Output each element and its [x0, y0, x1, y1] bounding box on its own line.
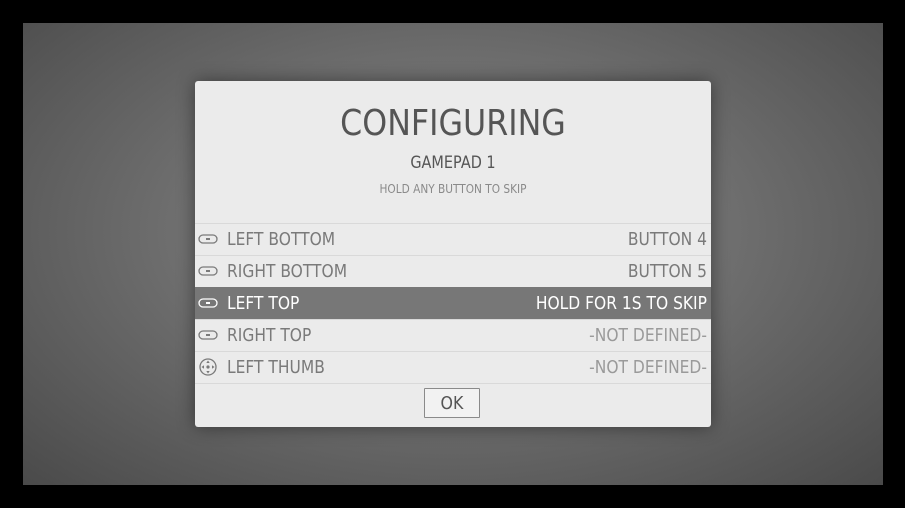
device-name: GAMEPAD 1: [410, 153, 496, 173]
ok-button-label: OK: [440, 393, 464, 414]
mapping-row-right-top[interactable]: RIGHT TOP -NOT DEFINED-: [195, 319, 711, 351]
mapping-value: -NOT DEFINED-: [589, 357, 707, 378]
mapping-label: LEFT BOTTOM: [227, 229, 336, 250]
mapping-label: LEFT THUMB: [227, 357, 325, 378]
list-divider: [195, 383, 711, 384]
dialog-title: CONFIGURING: [340, 103, 566, 144]
ok-button[interactable]: OK: [424, 388, 480, 418]
right-bumper-icon: [198, 263, 218, 279]
mapping-row-left-bottom[interactable]: LEFT BOTTOM BUTTON 4: [195, 223, 711, 255]
mapping-value: -NOT DEFINED-: [589, 325, 707, 346]
left-thumbstick-icon: [198, 358, 218, 376]
mapping-row-left-thumb[interactable]: LEFT THUMB -NOT DEFINED-: [195, 351, 711, 383]
mapping-label: LEFT TOP: [227, 293, 300, 314]
right-trigger-icon: [198, 327, 218, 343]
skip-hint: HOLD ANY BUTTON TO SKIP: [379, 182, 527, 196]
mapping-value: HOLD FOR 1S TO SKIP: [535, 293, 707, 314]
left-bumper-icon: [198, 231, 218, 247]
configure-input-dialog: CONFIGURING GAMEPAD 1 HOLD ANY BUTTON TO…: [195, 81, 711, 427]
input-mapping-list: LEFT BOTTOM BUTTON 4 RIGHT BOTTOM BUTTON…: [195, 223, 711, 384]
mapping-value: BUTTON 5: [627, 261, 707, 282]
mapping-row-right-bottom[interactable]: RIGHT BOTTOM BUTTON 5: [195, 255, 711, 287]
left-trigger-icon: [198, 295, 218, 311]
mapping-label: RIGHT BOTTOM: [227, 261, 348, 282]
mapping-label: RIGHT TOP: [227, 325, 312, 346]
mapping-row-left-top[interactable]: LEFT TOP HOLD FOR 1S TO SKIP: [195, 287, 711, 319]
mapping-value: BUTTON 4: [627, 229, 707, 250]
